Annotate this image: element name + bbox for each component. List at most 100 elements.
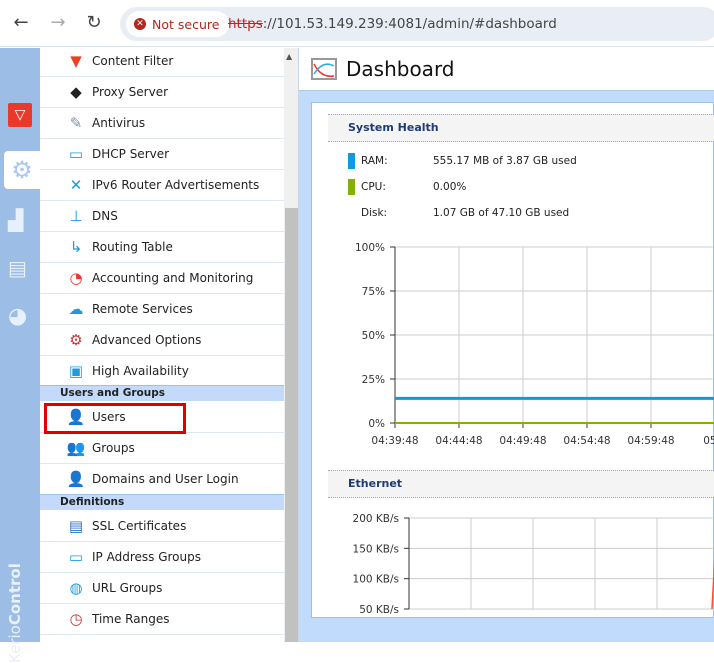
dns-tree-icon: ⊥ [69, 207, 83, 225]
funnel-icon: ▼ [70, 52, 82, 70]
scroll-up-icon[interactable]: ▲ [286, 52, 292, 61]
y-tick-label: 150 KB/s [353, 543, 399, 555]
nav-item-label: IPv6 Router Advertisements [92, 178, 260, 192]
x-tick-label: 04:39:48 [371, 435, 418, 447]
x-tick-label: 04:44:48 [435, 435, 482, 447]
cloud-icon: ☁ [68, 300, 84, 318]
ethernet-header: Ethernet [328, 470, 714, 498]
cpu-swatch [348, 179, 355, 195]
section-definitions: Definitions [40, 494, 284, 510]
section-users-and-groups: Users and Groups [40, 385, 284, 401]
nav-item-dns[interactable]: ⊥ DNS [40, 201, 284, 232]
not-secure-icon: ✕ [134, 18, 146, 30]
y-tick-label: 100 KB/s [353, 574, 399, 586]
nav-item-label: Advanced Options [92, 333, 202, 347]
ethernet-chart: 200 KB/s 150 KB/s 100 KB/s 50 KB/s [353, 513, 714, 616]
y-tick-label: 50% [362, 330, 385, 342]
dashboard-icon [311, 58, 337, 80]
settings-nav: ▼ Content Filter ◆ Proxy Server ✎ Antivirus ▭ D… [40, 48, 284, 642]
nav-item-dhcp-server[interactable]: ▭ DHCP Server [40, 139, 284, 170]
y-tick-label: 0% [368, 418, 385, 430]
url-text[interactable]: https://101.53.149.239:4081/admin/#dashb… [228, 16, 557, 32]
url-groups-icon: ◍ [69, 579, 83, 597]
disk-label: Disk: [361, 207, 388, 219]
nav-item-label: Accounting and Monitoring [92, 271, 254, 285]
app-rail: ▽ ⚙ ▟ ▤ ◕ KerioControl [0, 48, 40, 663]
address-bar[interactable]: ✕ Not secure https://101.53.149.239:4081… [120, 7, 714, 41]
nav-item-label: DHCP Server [92, 147, 170, 161]
page-header: Dashboard [299, 48, 714, 91]
gear-icon: ⚙ [11, 156, 33, 184]
back-icon[interactable]: ← [10, 12, 32, 33]
router-icon: ✕ [69, 176, 83, 194]
dhcp-icon: ▭ [68, 145, 84, 163]
tools-icon: ⚙ [69, 331, 83, 349]
settings-tab[interactable]: ⚙ [4, 151, 40, 189]
scrollbar-thumb[interactable] [285, 208, 298, 642]
syringe-icon: ✎ [69, 114, 83, 132]
nav-item-label: Time Ranges [92, 612, 170, 626]
nav-item-ipv6-router-advertisements[interactable]: ✕ IPv6 Router Advertisements [40, 170, 284, 201]
cpu-value: 0.00% [433, 181, 467, 193]
y-tick-label: 75% [362, 286, 385, 298]
nav-item-content-filter[interactable]: ▼ Content Filter [40, 48, 284, 77]
nav-item-ip-address-groups[interactable]: ▭ IP Address Groups [40, 542, 284, 573]
certificate-icon: ▤ [68, 517, 84, 535]
ram-value: 555.17 MB of 3.87 GB used [433, 155, 577, 167]
nav-item-domains-and-user-login[interactable]: 👤 Domains and User Login [40, 464, 284, 495]
reports-pie-icon[interactable]: ◕ [8, 304, 34, 330]
ip-groups-icon: ▭ [68, 548, 84, 566]
url-scheme: https [228, 16, 263, 32]
domain-user-icon: 👤 [66, 470, 86, 488]
security-badge[interactable]: ✕ Not secure [126, 11, 230, 37]
x-tick-label: 04:59:48 [627, 435, 674, 447]
x-tick-label: 04:54:48 [563, 435, 610, 447]
shield-icon[interactable]: ▽ [8, 103, 32, 127]
nav-item-label: DNS [92, 209, 118, 223]
nav-item-groups[interactable]: 👥 Groups [40, 433, 284, 464]
nav-item-routing-table[interactable]: ↳ Routing Table [40, 232, 284, 263]
brand-logo: KerioControl [6, 563, 24, 663]
nav-item-label: High Availability [92, 364, 189, 378]
nav-item-label: IP Address Groups [92, 550, 201, 564]
system-health-chart: 100% 75% 50% 25% 0% 04:39:48 04:44:48 04:49:48 0… [355, 242, 714, 447]
statistics-icon[interactable]: ▟ [8, 208, 34, 234]
y-tick-label: 25% [362, 374, 385, 386]
dashboard-panel: System Health RAM: 555.17 MB of 3.87 GB … [311, 102, 714, 618]
nav-item-high-availability[interactable]: ▣ High Availability [40, 356, 284, 387]
page-title: Dashboard [346, 57, 455, 81]
system-health-header: System Health [328, 114, 714, 142]
ram-swatch [348, 153, 355, 169]
y-tick-label: 200 KB/s [353, 513, 399, 525]
proxy-icon: ◆ [70, 83, 82, 101]
cpu-label: CPU: [361, 181, 386, 193]
nav-item-accounting-and-monitoring[interactable]: ◔ Accounting and Monitoring [40, 263, 284, 294]
nav-item-remote-services[interactable]: ☁ Remote Services [40, 294, 284, 325]
forward-icon[interactable]: → [47, 12, 69, 33]
ha-icon: ▣ [68, 362, 84, 380]
nav-item-label: Remote Services [92, 302, 193, 316]
nav-item-time-ranges[interactable]: ◷ Time Ranges [40, 604, 284, 635]
report-pie-icon: ◔ [69, 269, 83, 287]
routing-icon: ↳ [69, 238, 83, 256]
nav-item-label: Proxy Server [92, 85, 169, 99]
url-rest: ://101.53.149.239:4081/admin/#dashboard [262, 16, 557, 32]
nav-item-ssl-certificates[interactable]: ▤ SSL Certificates [40, 511, 284, 542]
reload-icon[interactable]: ↻ [83, 12, 105, 33]
logs-icon[interactable]: ▤ [8, 256, 34, 282]
browser-toolbar: ← → ↻ ✕ Not secure https://101.53.149.23… [0, 0, 714, 47]
nav-item-label: Antivirus [92, 116, 146, 130]
nav-item-label: URL Groups [92, 581, 163, 595]
nav-item-label: Domains and User Login [92, 472, 239, 486]
nav-item-label: SSL Certificates [92, 519, 187, 533]
nav-item-antivirus[interactable]: ✎ Antivirus [40, 108, 284, 139]
nav-item-url-groups[interactable]: ◍ URL Groups [40, 573, 284, 604]
y-tick-label: 100% [355, 242, 385, 254]
nav-item-proxy-server[interactable]: ◆ Proxy Server [40, 77, 284, 108]
highlight-box [44, 403, 186, 434]
nav-item-label: Content Filter [92, 54, 174, 68]
y-tick-label: 50 KB/s [359, 604, 399, 616]
not-secure-label: Not secure [152, 16, 220, 32]
x-tick-label: 04:49:48 [499, 435, 546, 447]
nav-item-advanced-options[interactable]: ⚙ Advanced Options [40, 325, 284, 356]
